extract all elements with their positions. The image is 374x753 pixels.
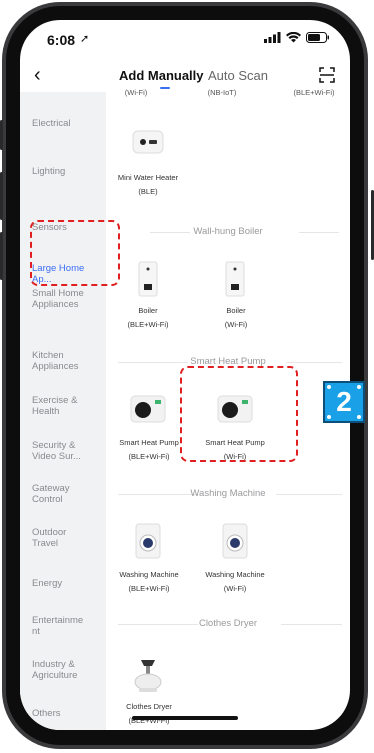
device-name: Mini Water Heater	[117, 173, 179, 182]
badge-corner-dot	[327, 415, 331, 419]
volume-up-button	[0, 172, 3, 220]
section-washing-machine: Washing Machine	[106, 488, 350, 500]
sidebar-item-exercise-health[interactable]: Exercise & Health	[32, 395, 82, 417]
highlight-box-category	[30, 220, 120, 286]
sidebar-item-industry-agriculture[interactable]: Industry & Agriculture	[32, 659, 90, 681]
boiler-wifi-card[interactable]	[223, 260, 247, 305]
washing-machine-wifi-card[interactable]	[221, 522, 249, 567]
back-button[interactable]: ‹	[34, 64, 41, 87]
device-connection: (BLE)	[138, 187, 158, 196]
cut-device-label: (Wi-Fi)	[124, 88, 148, 97]
boiler-ble-card[interactable]	[136, 260, 160, 305]
washing-machine-icon	[222, 523, 248, 559]
sidebar-item-energy[interactable]: Energy	[32, 578, 102, 589]
mini-water-heater-icon	[132, 130, 164, 154]
phone-frame: 6:08 ➚ ‹ Add Manually Auto Scan Electric…	[0, 0, 374, 753]
status-time: 6:08	[47, 32, 76, 48]
device-name: Clothes Dryer	[126, 702, 172, 711]
tab-add-manually[interactable]: Add Manually	[119, 68, 204, 83]
section-wall-hung-boiler: Wall-hung Boiler	[106, 226, 350, 238]
mini-water-heater-card[interactable]	[131, 127, 165, 162]
location-icon: ➚	[80, 33, 90, 45]
sidebar-item-entertainment[interactable]: Entertainment	[32, 615, 86, 637]
sidebar-item-others[interactable]: Others	[32, 708, 102, 719]
sidebar-item-kitchen-appliances[interactable]: Kitchen Appliances	[32, 350, 90, 372]
signal-icon	[264, 32, 281, 43]
status-bar: 6:08 ➚	[20, 20, 350, 56]
device-name: Boiler	[226, 306, 246, 315]
device-name: Washing Machine	[205, 570, 265, 579]
device-connection: (Wi-Fi)	[223, 584, 247, 593]
device-connection: (BLE+Wi-Fi)	[128, 584, 170, 593]
cut-device-label: (BLE+Wi-Fi)	[293, 88, 335, 97]
boiler-icon	[225, 261, 245, 297]
step-number: 2	[336, 386, 352, 417]
clothes-dryer-icon	[134, 660, 162, 692]
device-name: Boiler	[138, 306, 158, 315]
sidebar-item-lighting[interactable]: Lighting	[32, 166, 102, 177]
home-indicator[interactable]	[132, 716, 238, 720]
volume-down-button	[0, 232, 3, 280]
category-sidebar: Electrical Lighting Sensors Large Home A…	[20, 92, 106, 730]
washing-machine-ble-card[interactable]	[134, 522, 162, 567]
scan-code-icon[interactable]	[318, 66, 336, 84]
wifi-icon	[286, 32, 301, 43]
heat-pump-icon	[130, 395, 166, 423]
clothes-dryer-card[interactable]	[131, 658, 165, 699]
sidebar-item-gateway-control[interactable]: Gateway Control	[32, 483, 82, 505]
washing-machine-icon	[135, 523, 161, 559]
highlight-box-device	[180, 366, 298, 462]
mute-switch	[0, 120, 3, 150]
sidebar-item-security-video[interactable]: Security & Video Sur...	[32, 440, 92, 462]
badge-corner-dot	[357, 385, 361, 389]
sidebar-item-outdoor-travel[interactable]: Outdoor Travel	[32, 527, 82, 549]
device-name: Washing Machine	[119, 570, 179, 579]
tab-auto-scan[interactable]: Auto Scan	[208, 68, 268, 83]
badge-corner-dot	[357, 415, 361, 419]
boiler-icon	[138, 261, 158, 297]
heat-pump-ble-card[interactable]	[129, 392, 167, 431]
device-connection: (Wi-Fi)	[224, 320, 248, 329]
device-connection: (BLE+Wi-Fi)	[127, 320, 169, 329]
cut-device-label: (NB-IoT)	[207, 88, 237, 97]
step-badge: 2	[323, 381, 365, 423]
section-clothes-dryer: Clothes Dryer	[106, 618, 350, 630]
badge-corner-dot	[327, 385, 331, 389]
sidebar-item-electrical[interactable]: Electrical	[32, 118, 102, 129]
battery-icon	[306, 32, 329, 43]
sidebar-item-small-home-appliances[interactable]: Small Home Appliances	[32, 288, 90, 310]
